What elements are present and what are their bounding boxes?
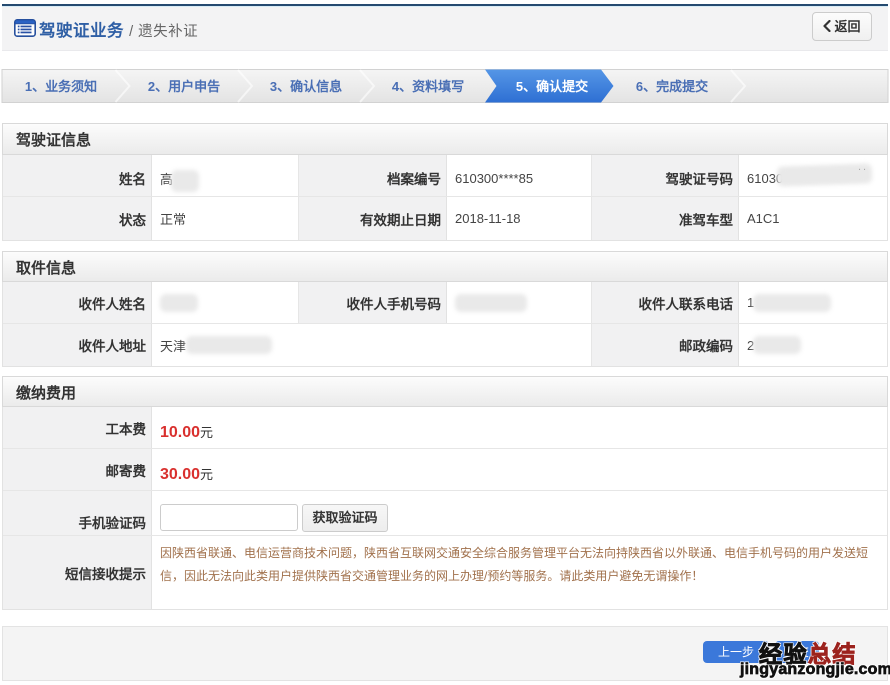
svg-text:6、完成提交: 6、完成提交	[636, 79, 708, 94]
svg-text:1、业务须知: 1、业务须知	[25, 79, 97, 94]
svg-text:4、资料填写: 4、资料填写	[392, 79, 464, 94]
svg-text:2、用户申告: 2、用户申告	[148, 79, 220, 94]
svg-text:3、确认信息: 3、确认信息	[270, 79, 342, 94]
svg-text:5、确认提交: 5、确认提交	[516, 79, 588, 94]
